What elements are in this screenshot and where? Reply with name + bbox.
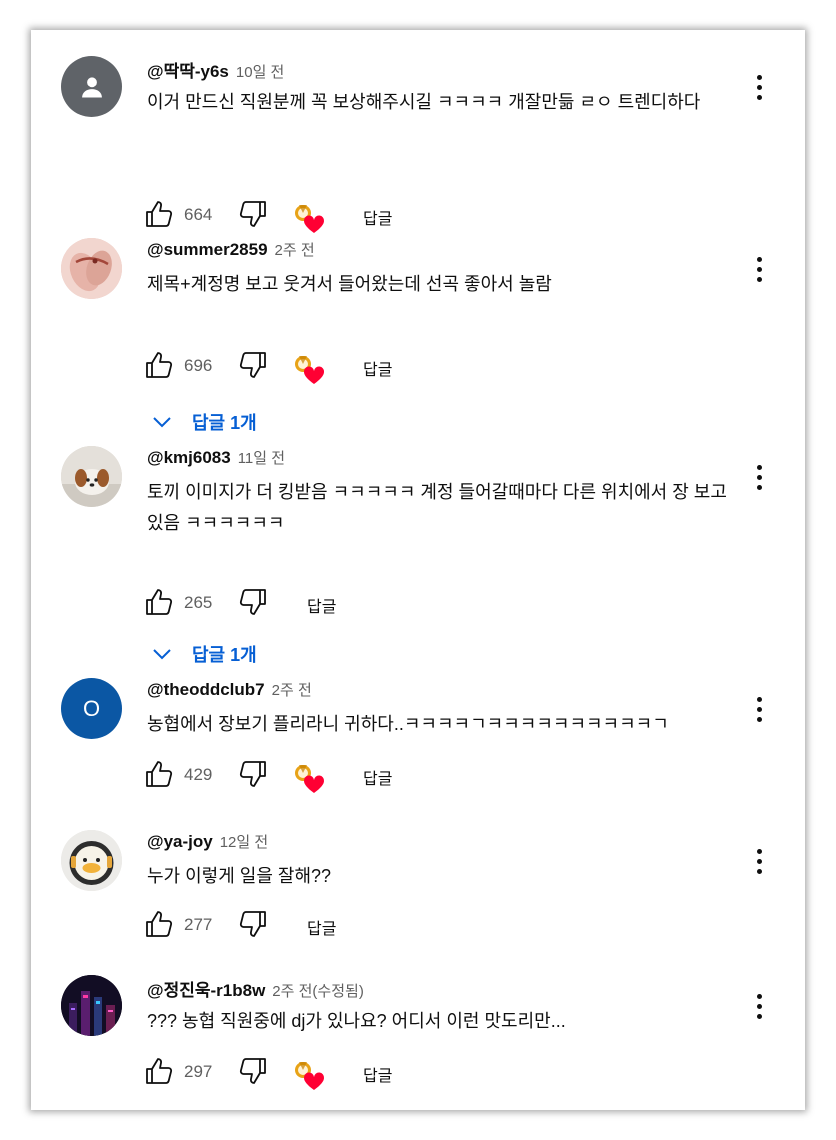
like-count: 297 (184, 1062, 213, 1081)
comment-actions: 297 답글 (143, 1055, 483, 1091)
comment-author[interactable]: @summer2859 (147, 240, 268, 260)
comment-actions: 265 답글 (143, 586, 483, 622)
comment-header: @ya-joy 12일 전 (147, 831, 268, 855)
comment-header: @summer2859 2주 전 (147, 239, 315, 263)
more-actions-button[interactable] (746, 252, 772, 286)
avatar[interactable] (61, 975, 122, 1036)
comment-time[interactable]: 10일 전 (236, 61, 284, 82)
like-icon[interactable] (143, 758, 175, 790)
creator-heart-icon[interactable] (291, 201, 327, 235)
comment-text: 농협에서 장보기 플리라니 귀하다..ㅋㅋㅋㅋㄱㅋㅋㅋㅋㅋㅋㅋㅋㅋㅋㄱ (147, 714, 669, 734)
avatar[interactable] (61, 446, 122, 507)
photo-avatar-dog (61, 446, 122, 507)
avatar[interactable] (61, 56, 122, 117)
dislike-icon[interactable] (237, 349, 269, 381)
comment-time[interactable]: 2주 전 (272, 980, 312, 1001)
like-count: 277 (184, 915, 213, 934)
more-actions-button[interactable] (746, 460, 772, 494)
more-actions-button[interactable] (746, 692, 772, 726)
person-icon (81, 76, 102, 97)
comment-author[interactable]: @정진욱-r1b8w (147, 976, 265, 1001)
view-replies-label: 답글 1개 (192, 645, 257, 665)
like-count: 429 (184, 765, 213, 784)
comment-header: @kmj6083 11일 전 (147, 447, 285, 471)
comment-time[interactable]: 11일 전 (238, 447, 285, 468)
comment-time[interactable]: 12일 전 (220, 831, 268, 852)
like-count: 265 (184, 593, 213, 612)
comment-time[interactable]: 2주 전 (272, 679, 312, 700)
comment-time[interactable]: 2주 전 (275, 239, 315, 260)
comment-text: 제목+계정명 보고 웃겨서 들어왔는데 선곡 좋아서 놀람 (147, 274, 552, 294)
avatar-letter: O (82, 695, 101, 721)
comment-header: @정진욱-r1b8w 2주 전 (수정됨) (147, 976, 364, 1000)
reply-button[interactable]: 답글 (363, 205, 392, 229)
dislike-icon[interactable] (237, 1055, 269, 1087)
comment-text: 토끼 이미지가 더 킹받음 ㅋㅋㅋㅋㅋ 계정 들어갈때마다 다른 위치에서 장 … (147, 482, 727, 533)
photo-avatar-neon-city (61, 975, 122, 1036)
edited-label: (수정됨) (312, 983, 364, 1000)
like-icon[interactable] (143, 349, 175, 381)
comment-actions: 277 답글 (143, 908, 483, 944)
reply-button[interactable]: 답글 (363, 356, 392, 380)
chevron-down-icon (153, 417, 171, 428)
comment-header: @딱딱-y6s 10일 전 (147, 57, 284, 81)
avatar[interactable] (61, 830, 122, 891)
like-icon[interactable] (143, 586, 175, 618)
view-replies-button[interactable]: 답글 1개 (151, 639, 257, 669)
comment-header: @theoddclub7 2주 전 (147, 679, 312, 703)
creator-heart-icon[interactable] (291, 1058, 327, 1092)
comment-author[interactable]: @딱딱-y6s (147, 57, 229, 82)
reply-button[interactable]: 답글 (307, 593, 336, 617)
comments-panel: @딱딱-y6s 10일 전 이거 만드신 직원분께 꼭 보상해주시길 ㅋㅋㅋㅋ … (31, 30, 805, 1110)
more-actions-button[interactable] (746, 70, 772, 104)
dislike-icon[interactable] (237, 198, 269, 230)
comment-author[interactable]: @kmj6083 (147, 448, 231, 468)
comment-text: ??? 농협 직원중에 dj가 있나요? 어디서 이런 맛도리만... (147, 1011, 566, 1031)
creator-heart-icon[interactable] (291, 352, 327, 386)
avatar[interactable] (61, 238, 122, 299)
more-actions-button[interactable] (746, 844, 772, 878)
view-replies-button[interactable]: 답글 1개 (151, 407, 257, 437)
comment-actions: 664 답글 (143, 198, 483, 234)
like-count: 664 (184, 205, 213, 224)
dislike-icon[interactable] (237, 908, 269, 940)
dislike-icon[interactable] (237, 758, 269, 790)
chevron-down-icon (153, 649, 171, 660)
comment-text: 이거 만드신 직원분께 꼭 보상해주시길 ㅋㅋㅋㅋ 개잘만듦 ㄹㅇ 트렌디하다 (147, 92, 701, 112)
photo-avatar-duck (61, 830, 122, 891)
reply-button[interactable]: 답글 (363, 1062, 392, 1086)
comment-author[interactable]: @theoddclub7 (147, 680, 265, 700)
like-count: 696 (184, 356, 213, 375)
creator-heart-icon[interactable] (291, 761, 327, 795)
comment-actions: 429 답글 (143, 758, 483, 794)
reply-button[interactable]: 답글 (363, 765, 392, 789)
like-icon[interactable] (143, 1055, 175, 1087)
avatar[interactable]: O (61, 678, 122, 739)
comment-actions: 696 답글 (143, 349, 483, 385)
more-actions-button[interactable] (746, 989, 772, 1023)
like-icon[interactable] (143, 908, 175, 940)
comment-author[interactable]: @ya-joy (147, 832, 213, 852)
comment-text: 누가 이렇게 일을 잘해?? (147, 866, 332, 886)
dislike-icon[interactable] (237, 586, 269, 618)
like-icon[interactable] (143, 198, 175, 230)
view-replies-label: 답글 1개 (192, 413, 257, 433)
photo-avatar-hands (61, 238, 122, 299)
reply-button[interactable]: 답글 (307, 915, 336, 939)
